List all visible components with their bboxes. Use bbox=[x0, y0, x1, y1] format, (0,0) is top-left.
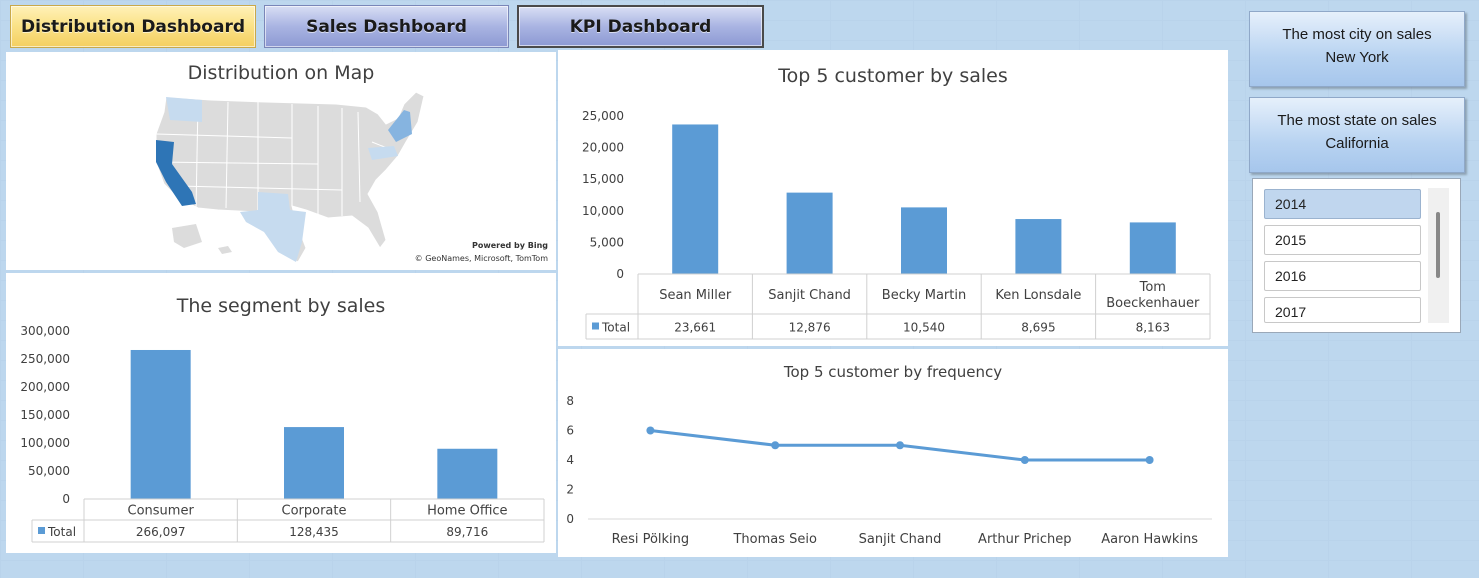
frequency-point-3 bbox=[896, 441, 904, 450]
distribution-dashboard-button[interactable]: Distribution Dashboard bbox=[10, 5, 256, 48]
y-tick-label: 200,000 bbox=[20, 380, 70, 394]
category-label: Sanjit Chand bbox=[859, 532, 942, 547]
value-label: 10,540 bbox=[903, 321, 945, 335]
legend-swatch bbox=[592, 322, 599, 330]
value-label: 89,716 bbox=[446, 525, 488, 539]
most-state-value: California bbox=[1325, 135, 1389, 152]
bar-5 bbox=[1129, 222, 1176, 274]
category-label: Consumer bbox=[128, 504, 195, 519]
y-tick-label: 0 bbox=[566, 512, 574, 526]
category-label: Thomas Seio bbox=[732, 532, 817, 547]
y-tick-label: 300,000 bbox=[20, 324, 70, 338]
top5-frequency-line-chart: 0 2 4 6 8 Resi Pölking Thomas Seio Sanjit Chand… bbox=[566, 394, 1212, 547]
washington-state bbox=[166, 97, 202, 122]
legend-label: Total bbox=[601, 321, 630, 335]
most-city-label: The most city on sales bbox=[1282, 26, 1432, 43]
y-tick-label: 10,000 bbox=[582, 204, 624, 218]
y-tick-label: 8 bbox=[566, 394, 574, 408]
most-state-label: The most state on sales bbox=[1277, 112, 1437, 129]
legend-swatch bbox=[38, 527, 45, 534]
value-label: 266,097 bbox=[136, 525, 186, 539]
category-label: Arthur Prichep bbox=[978, 532, 1072, 547]
y-tick-label: 50,000 bbox=[28, 464, 70, 478]
slicer-item-2014[interactable]: 2014 bbox=[1264, 189, 1421, 219]
bar-1 bbox=[672, 124, 719, 274]
segment-bar-chart: 0 50,000 100,000 150,000 200,000 250,000 300,0… bbox=[20, 324, 545, 543]
category-label: Aaron Hawkins bbox=[1101, 532, 1198, 547]
category-label: Ken Lonsdale bbox=[995, 288, 1081, 303]
sales-dashboard-button[interactable]: Sales Dashboard bbox=[264, 5, 509, 48]
category-label: Home Office bbox=[427, 504, 507, 519]
bar-2 bbox=[284, 427, 344, 499]
category-label: Resi Pölking bbox=[612, 532, 690, 547]
y-tick-label: 20,000 bbox=[582, 141, 624, 155]
category-label: Sean Miller bbox=[659, 288, 732, 303]
year-slicer: 2014 2015 2016 2017 bbox=[1252, 178, 1461, 333]
bar-3 bbox=[901, 207, 947, 274]
y-tick-label: 0 bbox=[62, 492, 70, 506]
category-label: Tom bbox=[1139, 280, 1166, 295]
frequency-point-1 bbox=[646, 426, 655, 435]
most-state-kpi[interactable]: The most state on sales California bbox=[1249, 97, 1465, 173]
hawaii bbox=[218, 246, 232, 254]
y-tick-label: 2 bbox=[566, 483, 574, 497]
value-label: 23,661 bbox=[674, 321, 716, 335]
y-tick-label: 5,000 bbox=[590, 235, 624, 249]
y-tick-label: 25,000 bbox=[582, 109, 624, 123]
bar-3 bbox=[437, 448, 498, 499]
legend-label: Total bbox=[47, 525, 76, 539]
top5-sales-bar-chart: 0 5,000 10,000 15,000 20,000 25,000 Sean Mille… bbox=[582, 109, 1211, 340]
alaska bbox=[172, 224, 202, 248]
category-label: Sanjit Chand bbox=[768, 288, 851, 303]
value-label: 128,435 bbox=[289, 525, 339, 539]
category-label: Boeckenhauer bbox=[1106, 296, 1200, 311]
top5-sales-panel: Top 5 customer by sales 0 5,000 10,000 15,0… bbox=[558, 50, 1228, 346]
value-label: 12,876 bbox=[789, 321, 831, 335]
y-tick-label: 100,000 bbox=[20, 436, 70, 450]
slicer-item-2017[interactable]: 2017 bbox=[1264, 297, 1421, 323]
y-tick-label: 0 bbox=[616, 267, 624, 281]
most-city-value: New York bbox=[1325, 49, 1389, 66]
frequency-point-4 bbox=[1020, 456, 1029, 464]
y-tick-label: 250,000 bbox=[20, 352, 70, 366]
slicer-item-2016[interactable]: 2016 bbox=[1264, 261, 1421, 291]
segment-sales-panel: The segment by sales 0 50,000 100,000 150,0… bbox=[6, 273, 556, 553]
y-tick-label: 150,000 bbox=[20, 408, 70, 422]
map-attribution-sources: © GeoNames, Microsoft, TomTom bbox=[415, 254, 549, 263]
kpi-dashboard-button[interactable]: KPI Dashboard bbox=[517, 5, 764, 48]
slicer-item-2015[interactable]: 2015 bbox=[1264, 225, 1421, 255]
map-panel: Distribution on Map Powered by Bing © Ge… bbox=[6, 52, 556, 270]
y-tick-label: 6 bbox=[566, 424, 574, 438]
frequency-point-5 bbox=[1145, 456, 1154, 464]
frequency-point-2 bbox=[771, 441, 780, 450]
bar-2 bbox=[786, 192, 833, 274]
map-attribution-bing: Powered by Bing bbox=[472, 241, 548, 250]
slicer-scrollbar[interactable] bbox=[1428, 188, 1449, 323]
most-city-kpi[interactable]: The most city on sales New York bbox=[1249, 11, 1465, 87]
category-label: Corporate bbox=[282, 504, 347, 519]
bar-1 bbox=[130, 349, 191, 499]
y-tick-label: 15,000 bbox=[582, 172, 624, 186]
bar-4 bbox=[1015, 219, 1062, 274]
slicer-scroll-thumb[interactable] bbox=[1436, 212, 1440, 278]
y-tick-label: 4 bbox=[566, 453, 574, 467]
top5-frequency-panel: Top 5 customer by frequency 0 2 4 6 8 Resi Pö… bbox=[558, 349, 1228, 557]
value-label: 8,695 bbox=[1021, 321, 1055, 335]
category-label: Becky Martin bbox=[882, 288, 966, 303]
value-label: 8,163 bbox=[1136, 321, 1170, 335]
us-map[interactable]: Powered by Bing © GeoNames, Microsoft, T… bbox=[6, 52, 556, 270]
